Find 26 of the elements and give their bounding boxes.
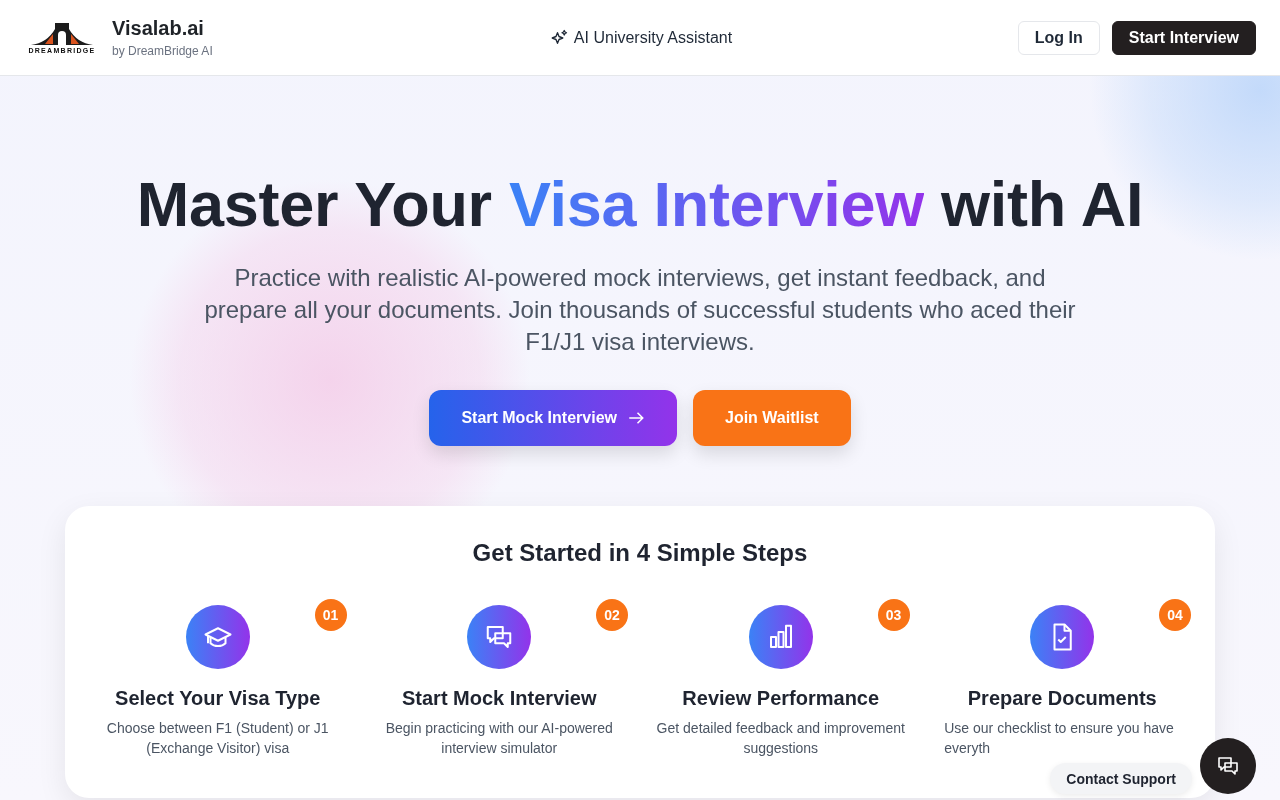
step-title: Start Mock Interview: [402, 687, 597, 710]
step-number-badge: 04: [1159, 599, 1191, 631]
hero-heading: Master Your Visa Interview with AI: [136, 168, 1144, 240]
brand-name: Visalab.ai: [112, 17, 205, 40]
ai-assistant-link[interactable]: AI University Assistant: [549, 28, 733, 47]
step-description: Get detailed feedback and improvement suggestions: [655, 719, 906, 758]
brand-tagline: by DreamBridge AI: [112, 44, 213, 58]
chat-button[interactable]: [1200, 738, 1256, 794]
step-number-badge: 02: [596, 599, 628, 631]
start-interview-button[interactable]: Start Interview: [1111, 20, 1256, 55]
hero-subtitle: Practice with realistic AI-powered mock interviews, get instant feedback, and prepare all your documents. Join thousands of successful students who aced their F1/J1 visa interviews.: [203, 263, 1077, 357]
step-number-badge: 03: [877, 599, 910, 631]
step-description: Choose between F1 (Student) or J1 (Exchange Visitor) visa: [105, 719, 330, 758]
step-title: Prepare Documents: [967, 687, 1157, 710]
bridge-logo-icon: [31, 21, 93, 47]
login-button[interactable]: Log In: [1017, 20, 1100, 55]
contact-support-button[interactable]: Contact Support: [1050, 763, 1192, 794]
mock-interview-button[interactable]: Start Mock Interview: [429, 390, 677, 446]
step-description: Use our checklist to ensure you have everyth: [944, 719, 1175, 758]
step-title: Review Performance: [682, 687, 880, 710]
step-number-badge: 01: [314, 599, 347, 631]
chat-bubbles-icon: [1216, 754, 1240, 778]
step-title: Select Your Visa Type: [115, 687, 321, 710]
sparkle-icon: [549, 28, 568, 47]
step-description: Begin practicing with our AI-powered interview simulator: [384, 719, 614, 758]
steps-heading: Get Started in 4 Simple Steps: [471, 539, 809, 567]
